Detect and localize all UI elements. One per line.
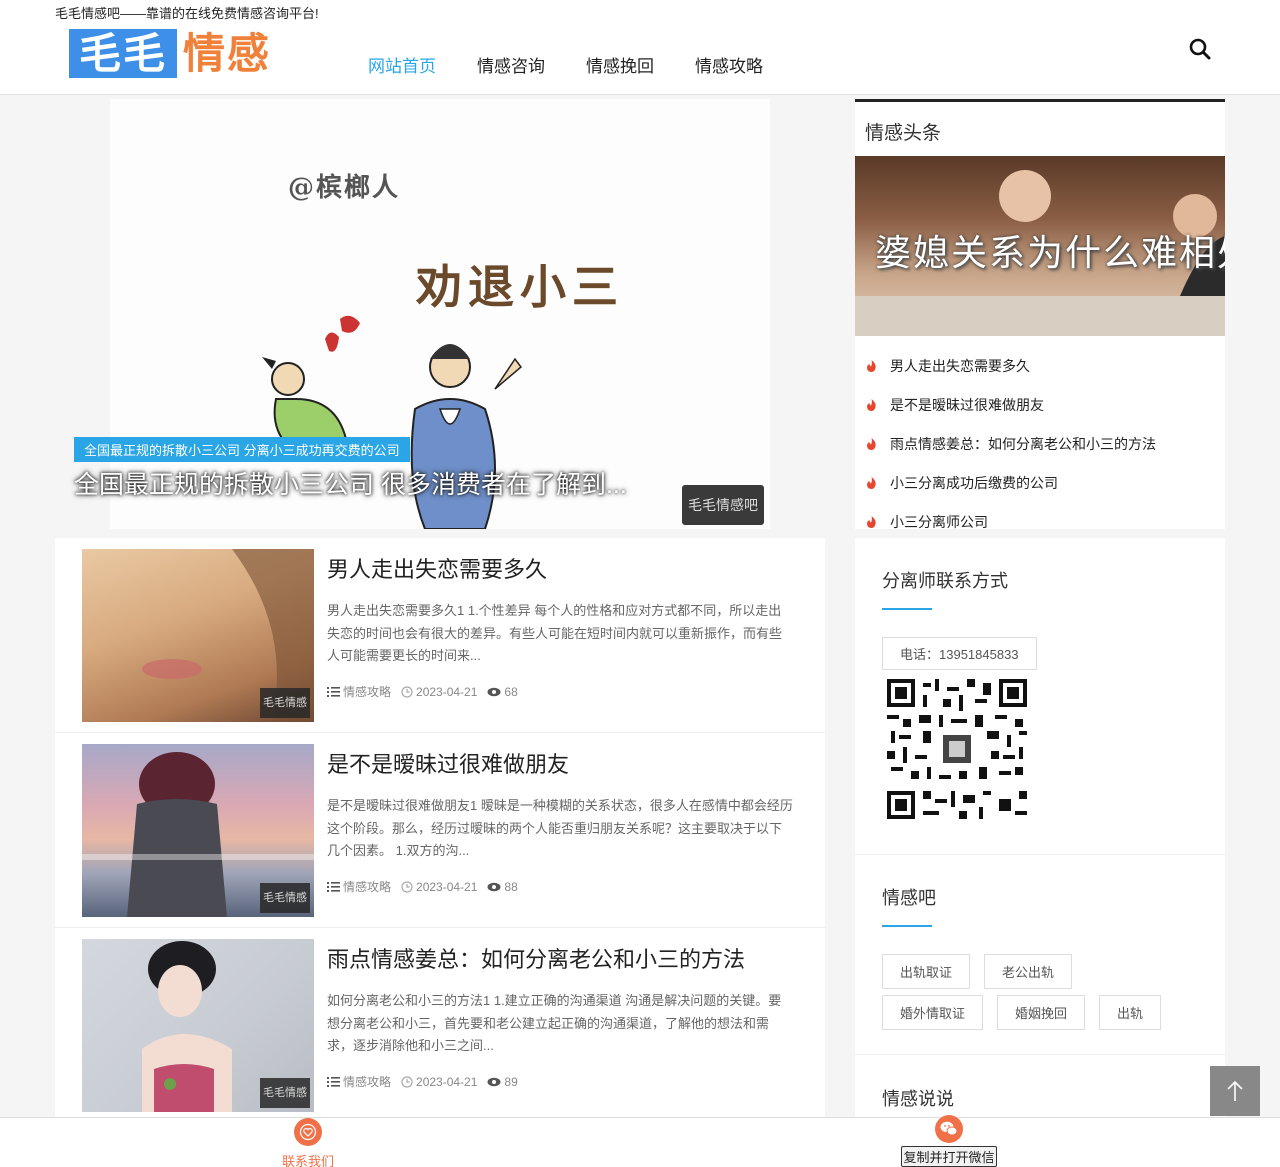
slider-image-credit: @槟榔人 [288, 173, 401, 203]
eye-icon [487, 882, 501, 891]
article-date: 2023-04-21 [401, 880, 477, 894]
tag-item[interactable]: 出轨 [1099, 995, 1162, 1030]
article-date: 2023-04-21 [401, 685, 477, 699]
tag-item[interactable]: 出轨取证 [882, 954, 971, 989]
fire-icon [867, 476, 876, 489]
article-thumbnail[interactable]: 毛毛情感 [82, 939, 314, 1112]
tag-cloud: 出轨取证 老公出轨 婚外情取证 婚姻挽回 出轨 [882, 954, 1202, 1036]
contact-us-button[interactable]: 联系我们 [278, 1118, 338, 1167]
main-nav: 网站首页 情感咨询 情感挽回 情感攻略 [368, 52, 804, 77]
tag-item[interactable]: 婚外情取证 [882, 995, 984, 1030]
article-title[interactable]: 是不是暧昧过很难做朋友 [327, 747, 569, 779]
clock-icon [401, 685, 413, 698]
hot-news-item[interactable]: 小三分离师公司 [855, 502, 1156, 541]
hot-news-item[interactable]: 是不是暧昧过很难做朋友 [855, 385, 1156, 424]
back-to-top-button[interactable] [1210, 1066, 1260, 1116]
article-category[interactable]: 情感攻略 [327, 683, 391, 700]
fire-icon [867, 515, 876, 528]
hot-news-title: 情感头条 [865, 123, 942, 144]
copy-open-wechat-button[interactable]: 复制并打开微信 [898, 1115, 1000, 1167]
logo-part-1: 毛毛 [69, 29, 178, 78]
article-list: 毛毛情感 男人走出失恋需要多久 男人走出失恋需要多久1 1.个性差异 每个人的性… [55, 538, 825, 1123]
contact-us-label: 联系我们 [281, 1154, 334, 1167]
tags-title: 情感吧 [882, 888, 936, 908]
nav-item-home[interactable]: 网站首页 [368, 52, 436, 77]
article-item[interactable]: 毛毛情感 是不是暧昧过很难做朋友 是不是暧昧过很难做朋友1 暧昧是一种模糊的关系… [55, 733, 825, 928]
article-item[interactable]: 毛毛情感 男人走出失恋需要多久 男人走出失恋需要多久1 1.个性差异 每个人的性… [55, 538, 825, 733]
slider-tag[interactable]: 全国最正规的拆散小三公司 分离小三成功再交费的公司 [74, 437, 410, 462]
nav-item-guide[interactable]: 情感攻略 [695, 52, 763, 77]
slider-title[interactable]: 全国最正规的拆散小三公司 很多消费者在了解到... [74, 465, 627, 501]
wechat-qr-code [887, 679, 1027, 819]
title-underline [882, 608, 932, 610]
article-thumbnail[interactable]: 毛毛情感 [82, 549, 314, 722]
article-meta: 情感攻略 2023-04-21 68 [327, 683, 528, 700]
copy-open-wechat-label: 复制并打开微信 [901, 1146, 997, 1167]
article-meta: 情感攻略 2023-04-21 89 [327, 1073, 528, 1090]
article-excerpt: 如何分离老公和小三的方法1 1.建立正确的沟通渠道 沟通是解决问题的关键。要想分… [327, 993, 782, 1053]
talk-title: 情感说说 [882, 1089, 954, 1109]
article-date: 2023-04-21 [401, 1075, 477, 1089]
contact-title: 分离师联系方式 [882, 571, 1008, 591]
article-excerpt: 男人走出失恋需要多久1 1.个性差异 每个人的性格和应对方式都不同，所以走出失恋… [327, 603, 783, 663]
article-thumbnail[interactable]: 毛毛情感 [82, 744, 314, 917]
fire-icon [867, 398, 876, 411]
bottom-action-bar: 联系我们 复制并打开微信 [0, 1115, 1280, 1167]
article-title[interactable]: 雨点情感姜总：如何分离老公和小三的方法 [327, 942, 745, 974]
article-views: 88 [487, 880, 518, 894]
article-item[interactable]: 毛毛情感 雨点情感姜总：如何分离老公和小三的方法 如何分离老公和小三的方法1 1… [55, 928, 825, 1123]
article-category[interactable]: 情感攻略 [327, 878, 391, 895]
sidebar-talk: 情感说说 [855, 1054, 1225, 1124]
article-meta: 情感攻略 2023-04-21 88 [327, 878, 528, 895]
hot-news-image-caption: 婆媳关系为什么难相处 [875, 232, 1225, 273]
article-views: 68 [487, 685, 518, 699]
list-icon [327, 1076, 340, 1087]
slider-image-headline: 劝退小三 [416, 260, 624, 314]
wechat-icon [935, 1115, 963, 1143]
site-tagline: 毛毛情感吧——靠谱的在线免费情感咨询平台! [55, 6, 319, 21]
article-title[interactable]: 男人走出失恋需要多久 [327, 552, 547, 584]
sidebar-tags: 情感吧 出轨取证 老公出轨 婚外情取证 婚姻挽回 出轨 [855, 854, 1225, 1054]
fire-icon [867, 437, 876, 450]
article-views: 89 [487, 1075, 518, 1089]
nav-item-recover[interactable]: 情感挽回 [586, 52, 654, 77]
eye-icon [487, 1077, 501, 1086]
tag-item[interactable]: 老公出轨 [984, 954, 1073, 989]
tag-item[interactable]: 婚姻挽回 [997, 995, 1086, 1030]
arrow-up-icon [1227, 1080, 1243, 1101]
hot-news-list: 男人走出失恋需要多久 是不是暧昧过很难做朋友 雨点情感姜总：如何分离老公和小三的… [855, 346, 1156, 541]
hot-news-item[interactable]: 小三分离成功后缴费的公司 [855, 463, 1156, 502]
thumbnail-watermark: 毛毛情感 [260, 688, 310, 718]
hot-news-item[interactable]: 雨点情感姜总：如何分离老公和小三的方法 [855, 424, 1156, 463]
logo-part-2: 情感 [183, 29, 272, 78]
clock-icon [401, 1075, 413, 1088]
clock-icon [401, 880, 413, 893]
featured-slider[interactable]: @槟榔人 劝退小三 全国最正规的拆散小三公司 分离小三成功再交费的公司 全国最正… [74, 99, 770, 529]
list-icon [327, 686, 340, 697]
fire-icon [867, 359, 876, 372]
hot-news-image[interactable]: 婆媳关系为什么难相处 [855, 156, 1225, 336]
list-icon [327, 881, 340, 892]
hot-news-item[interactable]: 男人走出失恋需要多久 [855, 346, 1156, 385]
thumbnail-watermark: 毛毛情感 [260, 883, 310, 913]
nav-item-consult[interactable]: 情感咨询 [477, 52, 545, 77]
title-underline [882, 925, 932, 927]
sidebar-contact: 分离师联系方式 电话：13951845833 [855, 538, 1225, 854]
eye-icon [487, 687, 501, 696]
heart-icon [294, 1118, 322, 1146]
article-category[interactable]: 情感攻略 [327, 1073, 391, 1090]
article-excerpt: 是不是暧昧过很难做朋友1 暧昧是一种模糊的关系状态，很多人在感情中都会经历这个阶… [327, 798, 793, 858]
site-logo[interactable]: 毛毛 情感 [69, 29, 277, 78]
phone-number[interactable]: 电话：13951845833 [882, 637, 1037, 670]
slider-watermark: 毛毛情感吧 [682, 485, 764, 525]
thumbnail-watermark: 毛毛情感 [260, 1078, 310, 1108]
search-icon[interactable] [1187, 36, 1213, 62]
sidebar-hot-news: 情感头条 婆媳关系为什么难相处 男人走出失恋需要多久 是不是暧昧过很难做朋友 雨… [855, 99, 1225, 530]
